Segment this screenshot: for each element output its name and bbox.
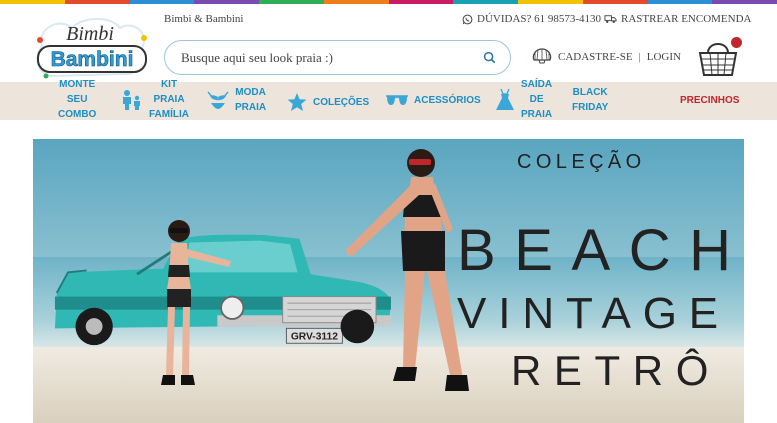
banner-title-retro: RETRÔ <box>511 347 721 394</box>
search-bar <box>164 40 511 75</box>
girl-model-image <box>161 220 231 385</box>
nav-label-line: COMBO <box>58 109 97 120</box>
help-contact[interactable]: DÚVIDAS? 61 98573-4130 <box>462 13 601 25</box>
nav-label-line: FRIDAY <box>572 102 609 113</box>
account-links: CADASTRE-SE | LOGIN <box>532 48 681 65</box>
logo[interactable]: Bimbi Bambini <box>32 16 152 82</box>
account-separator: | <box>638 50 641 63</box>
header: Bimbi Bambini Bimbi & Bambini DÚVIDAS? 6… <box>0 4 777 82</box>
nav-label-precinhos: PRECINHOS <box>680 95 740 106</box>
login-link[interactable]: LOGIN <box>647 51 681 63</box>
nav-item-acessorios[interactable]: ACESSÓRIOS <box>385 92 481 108</box>
nav-item-black-friday[interactable]: BLACK FRIDAY <box>572 85 608 115</box>
nav-label-black-friday: BLACK FRIDAY <box>572 85 608 115</box>
nav-label-line: MODA <box>235 87 266 98</box>
nav-item-monte-seu-combo[interactable]: MONTE SEU COMBO <box>58 77 98 122</box>
whatsapp-icon <box>462 14 473 24</box>
nav-item-saida-de-praia[interactable]: SAÍDA DE PRAIA <box>494 77 552 122</box>
nav-label-line: FAMÍLIA <box>149 109 189 120</box>
hero-banner[interactable]: GRV-3112 COLEÇÃO BEACH VINTAGE RETRÔ <box>33 139 744 423</box>
nav-label-line: PRAIA <box>153 94 185 105</box>
search-icon[interactable] <box>483 51 496 64</box>
nav-label-kit-praia-familia: KIT PRAIA FAMÍLIA <box>149 77 189 122</box>
nav-label-line: PRAIA <box>521 109 553 120</box>
bikini-icon <box>207 91 229 109</box>
nav-label-line: PRAIA <box>235 102 267 113</box>
nav-item-precinhos[interactable]: PRECINHOS <box>680 93 739 108</box>
nav-item-moda-praia[interactable]: MODA PRAIA <box>206 85 266 115</box>
banner-collection-label: COLEÇÃO <box>517 151 646 173</box>
track-order-link[interactable]: RASTREAR ENCOMENDA <box>604 13 751 25</box>
brand-name: Bimbi & Bambini <box>164 13 244 25</box>
nav-label-moda-praia: MODA PRAIA <box>235 85 266 115</box>
nav-label-saida-de-praia: SAÍDA DE PRAIA <box>521 77 552 122</box>
nav-label-colecoes: COLEÇÕES <box>313 96 370 108</box>
family-icon <box>123 89 140 110</box>
nav-label-monte-seu-combo: MONTE SEU COMBO <box>58 77 96 122</box>
main-nav: MONTE SEU COMBO KIT PRAIA FAMÍLIA MODA P… <box>0 79 777 120</box>
track-label: RASTREAR ENCOMENDA <box>621 13 752 25</box>
dress-icon <box>496 88 514 110</box>
banner-title-beach: BEACH <box>457 218 744 283</box>
license-plate: GRV-3112 <box>291 332 338 343</box>
cart-badge <box>731 37 742 48</box>
register-link[interactable]: CADASTRE-SE <box>558 51 633 63</box>
help-label: DÚVIDAS? 61 98573-4130 <box>477 13 602 25</box>
nav-label-acessorios: ACESSÓRIOS <box>414 94 481 106</box>
search-input[interactable] <box>181 49 483 66</box>
nav-label-line: MONTE <box>59 79 96 90</box>
banner-title-vintage: VINTAGE <box>457 289 731 338</box>
nav-label-line: KIT <box>160 79 178 90</box>
woman-model-image <box>345 149 469 391</box>
truck-icon <box>604 15 617 23</box>
nav-item-kit-praia-familia[interactable]: KIT PRAIA FAMÍLIA <box>120 77 189 122</box>
nav-label-line: SAÍDA <box>521 79 553 90</box>
nav-label-line: SEU <box>66 94 88 105</box>
nav-label-line: DE <box>529 94 544 105</box>
shell-icon <box>532 48 552 64</box>
starfish-icon <box>287 93 307 111</box>
logo-line1: Bimbi <box>66 23 114 45</box>
sunglasses-icon <box>386 95 408 105</box>
logo-line2: Bambini <box>51 48 134 71</box>
nav-item-colecoes[interactable]: COLEÇÕES <box>286 92 369 112</box>
nav-label-line: BLACK <box>572 87 608 98</box>
